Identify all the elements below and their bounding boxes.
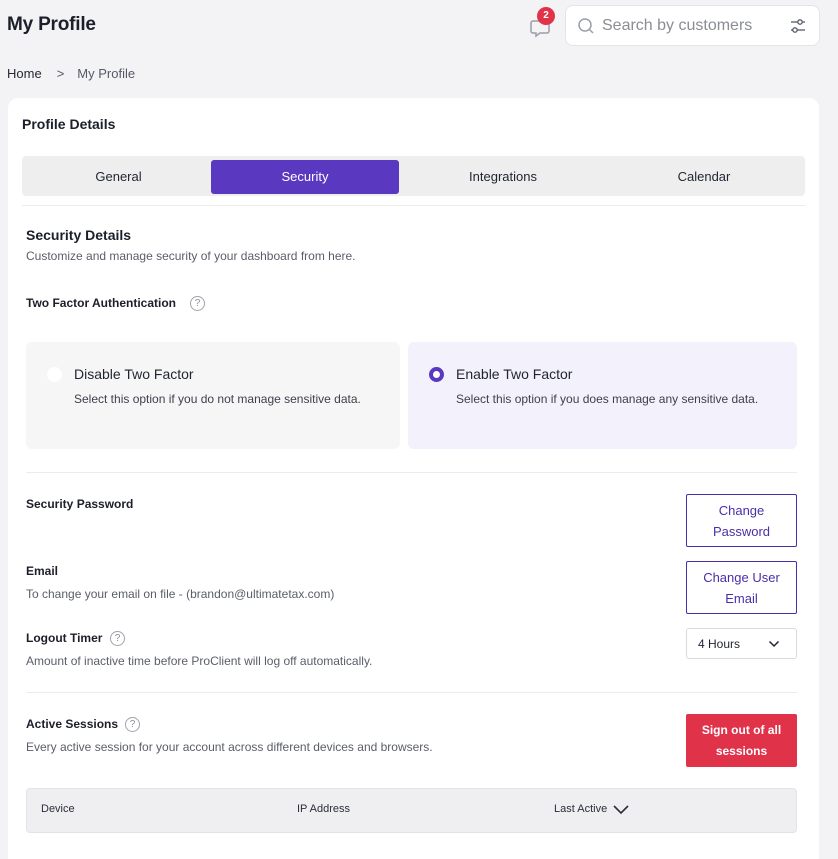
security-details-subtitle: Customize and manage security of your da…	[26, 249, 356, 263]
top-bar: My Profile 2	[0, 0, 838, 52]
breadcrumb-home[interactable]: Home	[7, 66, 42, 81]
tabs-divider	[22, 205, 805, 206]
email-description: To change your email on file - (brandon@…	[26, 587, 335, 601]
option-title: Enable Two Factor	[456, 366, 573, 382]
tab-integrations[interactable]: Integrations	[404, 160, 602, 194]
option-title: Disable Two Factor	[74, 366, 194, 382]
search-box	[565, 5, 820, 46]
option-description: Select this option if you does manage an…	[456, 392, 759, 406]
column-device: Device	[41, 803, 75, 815]
logout-timer-help-icon[interactable]: ?	[110, 631, 125, 646]
section-divider	[26, 472, 797, 473]
two-factor-help-icon[interactable]: ?	[190, 296, 205, 311]
disable-two-factor-option[interactable]: Disable Two Factor Select this option if…	[26, 342, 400, 449]
sign-out-all-sessions-button[interactable]: Sign out of all sessions	[686, 714, 797, 767]
radio-disable-two-factor[interactable]	[47, 367, 62, 382]
notification-button[interactable]: 2	[527, 7, 555, 39]
search-icon	[578, 18, 594, 34]
option-description: Select this option if you do not manage …	[74, 392, 361, 406]
column-last-active[interactable]: Last Active	[554, 803, 629, 815]
filter-sliders-icon[interactable]	[789, 17, 807, 35]
logout-timer-title: Logout Timer	[26, 631, 103, 645]
tab-general[interactable]: General	[22, 160, 215, 194]
logout-timer-select[interactable]: 4 Hours	[686, 628, 797, 659]
change-user-email-button[interactable]: Change User Email	[686, 561, 797, 614]
tab-security[interactable]: Security	[211, 160, 399, 194]
chevron-down-icon	[768, 640, 780, 648]
email-title: Email	[26, 564, 59, 578]
breadcrumb-current: My Profile	[77, 66, 136, 81]
active-sessions-help-icon[interactable]: ?	[125, 717, 140, 732]
tab-calendar[interactable]: Calendar	[604, 160, 804, 194]
profile-tabs: General Security Integrations Calendar	[22, 156, 805, 196]
notification-count-badge: 2	[537, 7, 555, 25]
active-sessions-description: Every active session for your account ac…	[26, 740, 433, 754]
logout-timer-value: 4 Hours	[698, 637, 741, 651]
change-password-button[interactable]: Change Password	[686, 494, 797, 547]
sessions-table-header: Device IP Address Last Active	[26, 788, 797, 833]
logout-timer-description: Amount of inactive time before ProClient…	[26, 654, 373, 668]
column-ip-address: IP Address	[297, 803, 350, 815]
security-details-title: Security Details	[26, 227, 132, 243]
breadcrumb-separator: >	[56, 66, 65, 81]
section-divider	[26, 692, 797, 693]
radio-enable-two-factor[interactable]	[429, 367, 444, 382]
breadcrumb: Home > My Profile	[7, 66, 135, 81]
page-title: My Profile	[7, 14, 96, 35]
search-input[interactable]	[602, 14, 782, 38]
column-last-active-label: Last Active	[554, 803, 608, 815]
card-title: Profile Details	[22, 116, 116, 132]
enable-two-factor-option[interactable]: Enable Two Factor Select this option if …	[408, 342, 797, 449]
two-factor-label: Two Factor Authentication	[26, 296, 176, 310]
profile-details-card: Profile Details General Security Integra…	[8, 98, 819, 859]
security-password-title: Security Password	[26, 497, 134, 511]
chevron-down-icon[interactable]	[612, 803, 630, 816]
active-sessions-title: Active Sessions	[26, 717, 119, 731]
